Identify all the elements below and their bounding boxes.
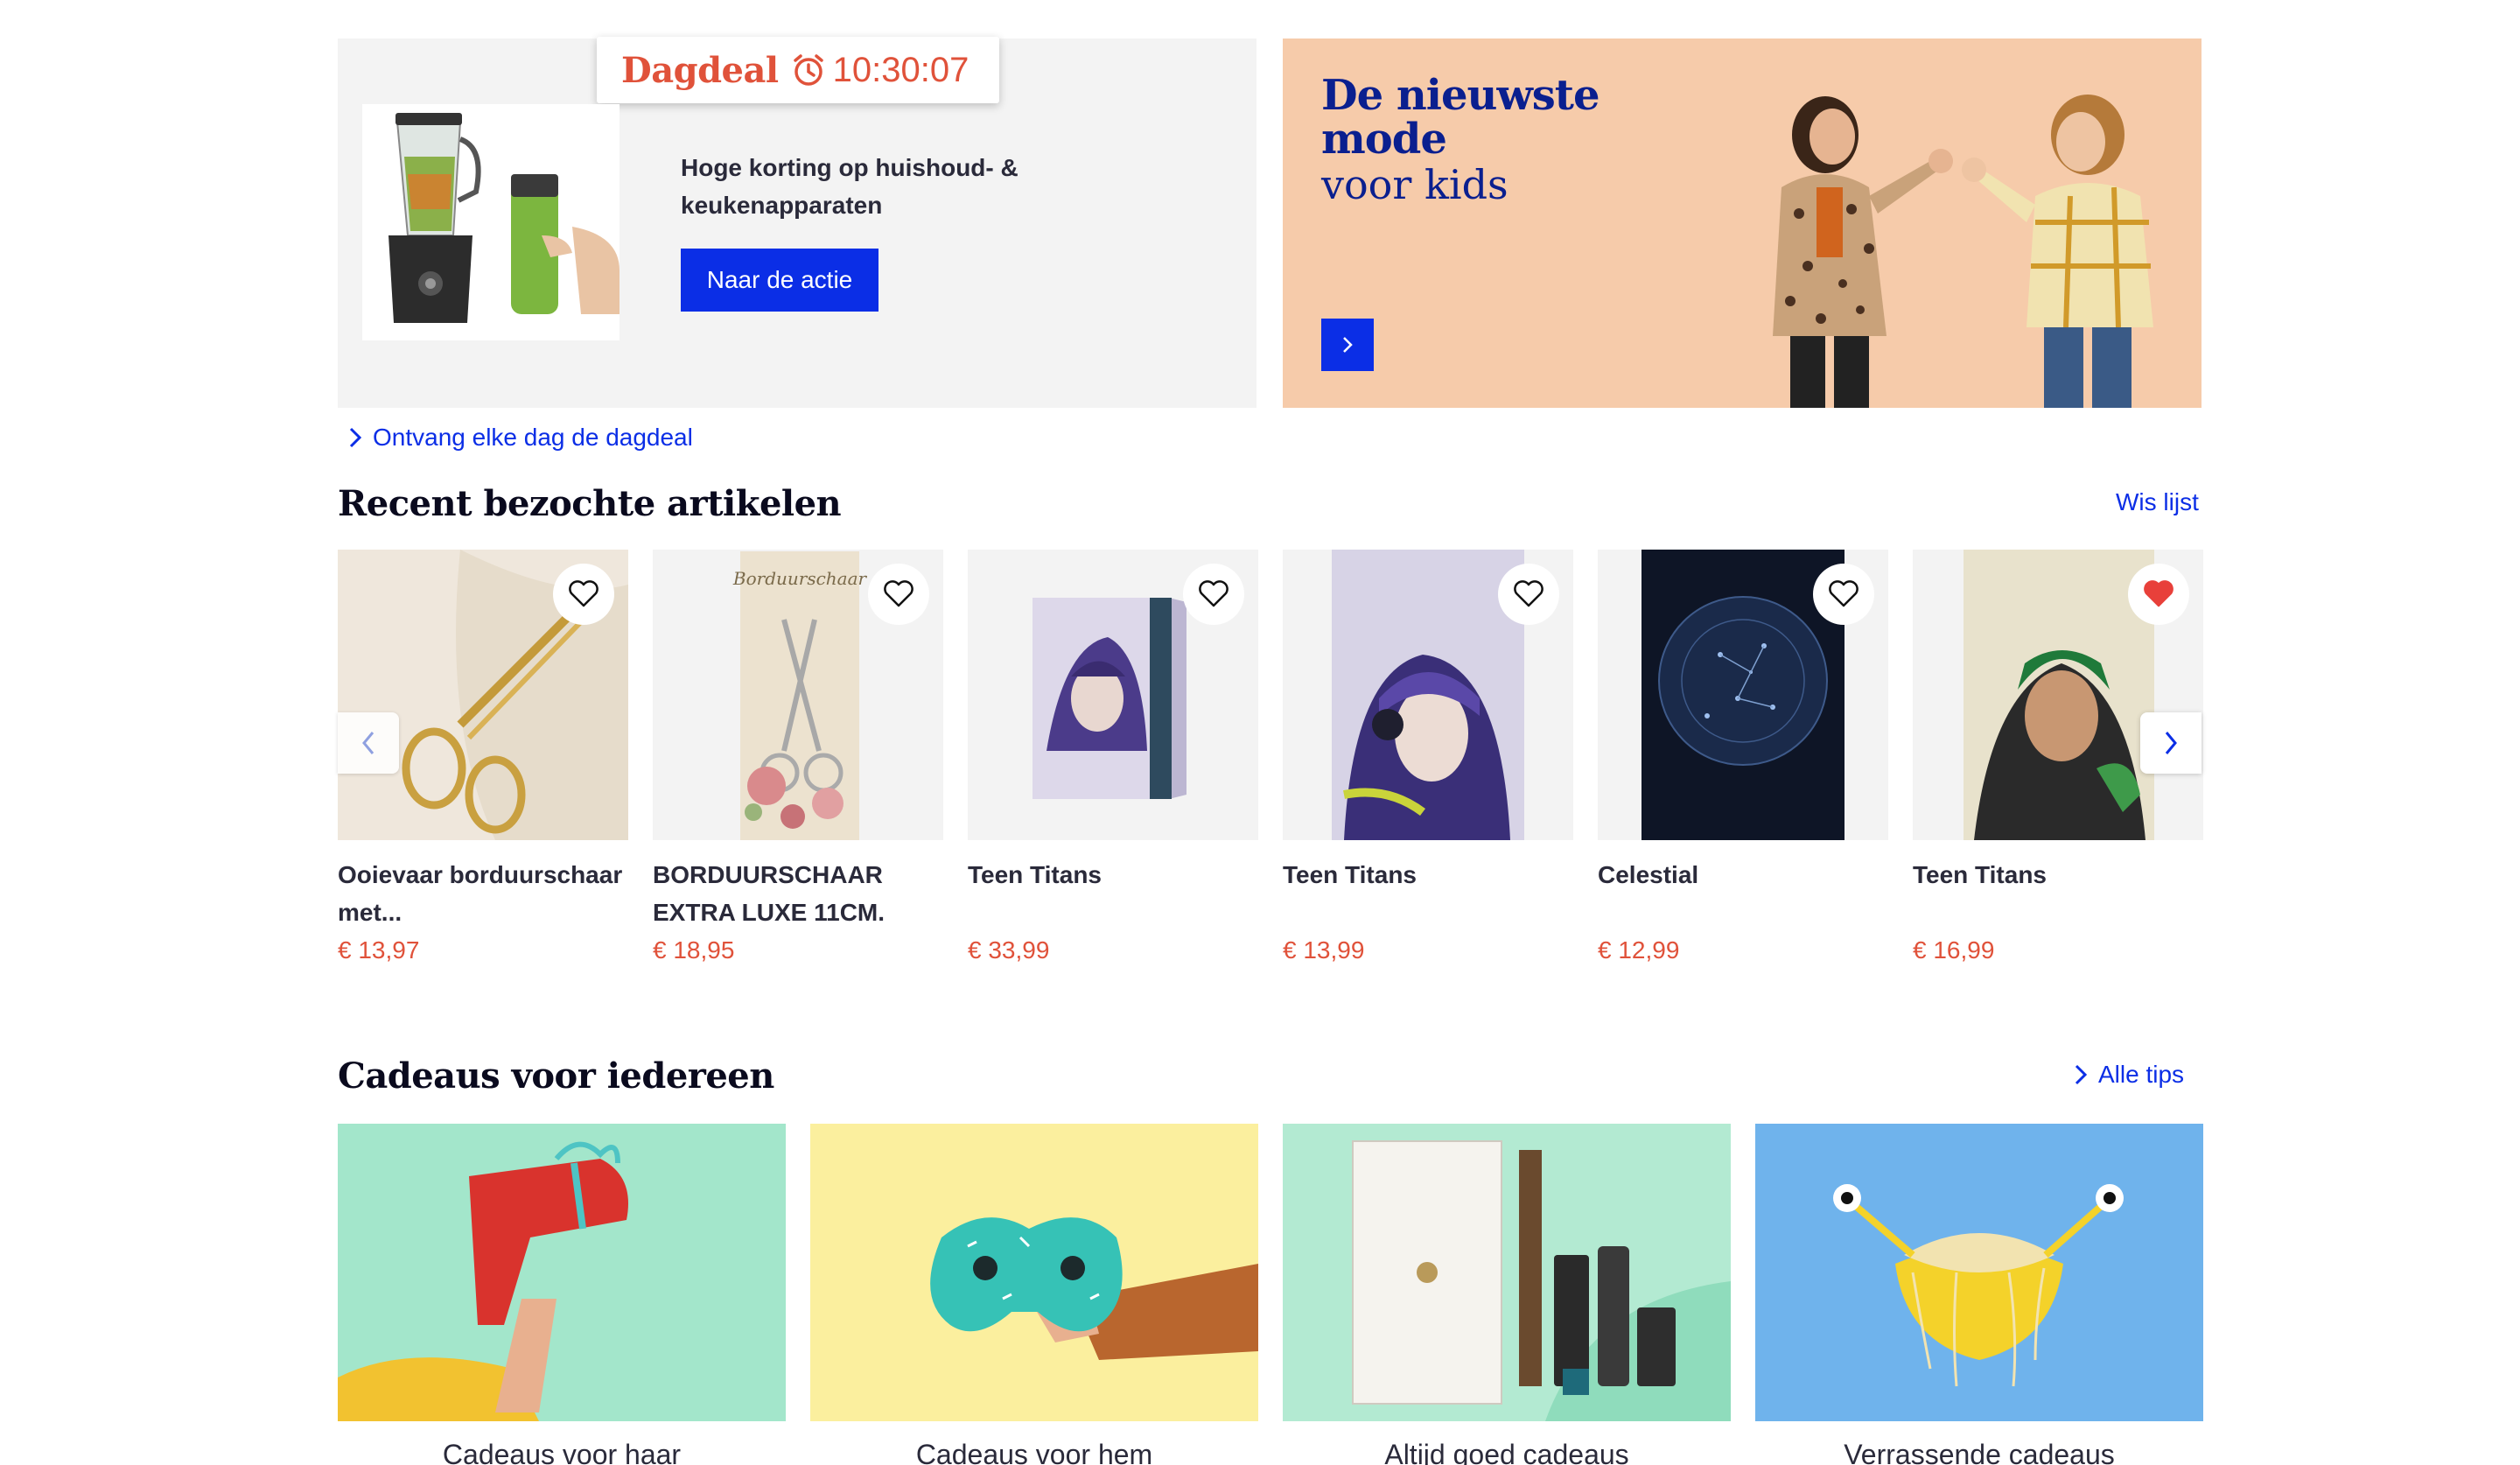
- dagdeal-banner[interactable]: Dagdeal 10:30:07 Hoge korting op huishou…: [338, 37, 1256, 408]
- product-name[interactable]: Celestial: [1598, 856, 1888, 931]
- gift-category-label[interactable]: Cadeaus voor hem: [810, 1439, 1258, 1465]
- kids-photo: [1773, 95, 2153, 408]
- carousel-prev-button[interactable]: [338, 712, 399, 774]
- chevron-right-icon: [2165, 732, 2177, 754]
- product-image[interactable]: Borduurschaar: [653, 550, 943, 840]
- gift-category-image[interactable]: [1755, 1124, 2203, 1421]
- product-image[interactable]: [338, 550, 628, 840]
- heart-outline-icon: [1829, 580, 1858, 607]
- product-name[interactable]: Teen Titans: [968, 856, 1258, 931]
- dagdeal-action-button[interactable]: Naar de actie: [681, 249, 878, 312]
- favorite-heart-button[interactable]: [868, 564, 929, 625]
- chevron-right-icon: [2074, 1063, 2088, 1086]
- gift-category-label[interactable]: Altijd goed cadeaus: [1283, 1439, 1731, 1465]
- favorite-heart-button[interactable]: [1813, 564, 1874, 625]
- kids-banner-subtitle: voor kids: [1321, 161, 1508, 208]
- dagdeal-subscribe-link[interactable]: Ontvang elke dag de dagdeal: [348, 424, 693, 452]
- gift-category-label[interactable]: Verrassende cadeaus: [1755, 1439, 2203, 1465]
- blender-product-image[interactable]: [362, 104, 620, 340]
- chevron-right-icon: [348, 426, 362, 449]
- kids-fashion-banner[interactable]: De nieuwste mode voor kids: [1283, 39, 2202, 408]
- all-tips-label: Alle tips: [2098, 1061, 2185, 1088]
- recent-section-title: Recent bezochte artikelen: [338, 483, 842, 524]
- dagdeal-label: Dagdeal: [621, 49, 779, 91]
- product-card[interactable]: Teen Titans € 13,99: [1283, 550, 1573, 964]
- kids-title-line-1: De nieuwste: [1321, 71, 1600, 120]
- heart-outline-icon: [569, 580, 598, 607]
- heart-outline-icon: [1199, 580, 1228, 607]
- favorite-heart-button[interactable]: [553, 564, 614, 625]
- dagdeal-subscribe-label: Ontvang elke dag de dagdeal: [373, 424, 693, 451]
- favorite-heart-button[interactable]: [2128, 564, 2189, 625]
- svg-text:Borduurschaar: Borduurschaar: [732, 568, 868, 589]
- product-name[interactable]: Teen Titans: [1283, 856, 1573, 931]
- heart-outline-icon: [1514, 580, 1544, 607]
- product-name[interactable]: Teen Titans: [1913, 856, 2203, 931]
- product-card[interactable]: Borduurschaar BORDUURSCHAAR EXTRA LUXE 1…: [653, 550, 943, 964]
- product-price: € 33,99: [968, 936, 1050, 964]
- kids-banner-next-button[interactable]: [1321, 319, 1374, 371]
- gift-category-card[interactable]: Cadeaus voor hem: [810, 1124, 1258, 1465]
- gifts-section-title: Cadeaus voor iedereen: [338, 1055, 774, 1097]
- product-price: € 12,99: [1598, 936, 1680, 964]
- product-card[interactable]: Celestial € 12,99: [1598, 550, 1888, 964]
- kids-title-line-2: mode: [1321, 115, 1447, 164]
- alarm-clock-icon: [791, 53, 826, 88]
- gift-category-image[interactable]: [338, 1124, 786, 1421]
- kids-banner-title: De nieuwste mode: [1321, 74, 1600, 161]
- favorite-heart-button[interactable]: [1183, 564, 1244, 625]
- product-price: € 13,99: [1283, 936, 1365, 964]
- heart-filled-icon: [2144, 580, 2174, 607]
- gift-category-label[interactable]: Cadeaus voor haar: [338, 1439, 786, 1465]
- all-tips-link[interactable]: Alle tips: [2074, 1061, 2184, 1089]
- product-price: € 13,97: [338, 936, 420, 964]
- favorite-heart-button[interactable]: [1498, 564, 1559, 625]
- gift-category-image[interactable]: [1283, 1124, 1731, 1421]
- product-price: € 16,99: [1913, 936, 1995, 964]
- product-image[interactable]: [1283, 550, 1573, 840]
- product-name[interactable]: Ooievaar borduurschaar met...: [338, 856, 628, 931]
- gift-category-card[interactable]: Cadeaus voor haar: [338, 1124, 786, 1465]
- gift-category-card[interactable]: Verrassende cadeaus: [1755, 1124, 2203, 1465]
- product-image[interactable]: [1913, 550, 2203, 840]
- chevron-left-icon: [362, 732, 374, 754]
- clear-list-link[interactable]: Wis lijst: [2116, 488, 2199, 516]
- gift-category-card[interactable]: Altijd goed cadeaus: [1283, 1124, 1731, 1465]
- product-image[interactable]: [968, 550, 1258, 840]
- product-price: € 18,95: [653, 936, 735, 964]
- dagdeal-timer: Dagdeal 10:30:07: [597, 37, 999, 103]
- product-card[interactable]: Teen Titans € 33,99: [968, 550, 1258, 964]
- dagdeal-countdown: 10:30:07: [832, 50, 970, 89]
- heart-outline-icon: [884, 580, 914, 607]
- product-name[interactable]: BORDUURSCHAAR EXTRA LUXE 11CM. ME...: [653, 856, 943, 931]
- chevron-right-icon: [1343, 337, 1353, 353]
- product-image[interactable]: [1598, 550, 1888, 840]
- dagdeal-description: Hoge korting op huishoud- & keukenappara…: [681, 154, 1018, 219]
- gift-category-image[interactable]: [810, 1124, 1258, 1421]
- recent-products-carousel: Ooievaar borduurschaar met... € 13,97 Bo…: [338, 550, 2203, 970]
- carousel-next-button[interactable]: [2140, 712, 2202, 774]
